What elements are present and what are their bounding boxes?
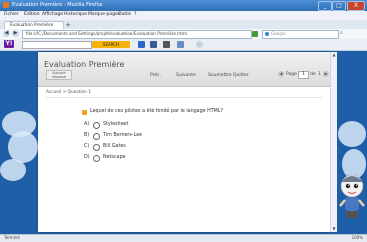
cloud-decoration: [338, 121, 366, 147]
menu-view[interactable]: Affichage: [42, 12, 63, 17]
option-radio[interactable]: [93, 155, 100, 162]
forward-button[interactable]: ▶: [12, 30, 19, 37]
option-letter: B): [84, 133, 90, 138]
menu-bookmarks[interactable]: Marque-pages: [88, 12, 120, 17]
weather-icon[interactable]: [177, 41, 184, 48]
url-bar[interactable]: file:///C:/Documents and Settings/projet…: [22, 30, 252, 39]
tab-label: Évaluation Première: [10, 23, 54, 28]
yahoo-search-input[interactable]: [22, 41, 92, 49]
bookmark-icon[interactable]: [138, 41, 145, 48]
prev-page-icon[interactable]: ◀: [278, 71, 284, 77]
option-label: Netscape: [103, 155, 126, 160]
question-text: Lequel de ces pilotes a été fondé par le…: [90, 109, 224, 114]
option-letter: A): [84, 122, 90, 127]
reload-icon[interactable]: [252, 31, 258, 37]
minimize-button[interactable]: _: [318, 1, 332, 11]
answer-option[interactable]: C) Bill Gates: [84, 144, 284, 151]
pager-label: Page: [286, 72, 297, 77]
option-label: Bill Gates: [103, 144, 126, 149]
answer-option[interactable]: D) Netscape: [84, 155, 284, 162]
submit-link[interactable]: Soumettre: [208, 73, 232, 78]
status-badge: Aucune réponse: [46, 70, 72, 80]
breadcrumb: Accueil > Question 1: [46, 90, 91, 95]
option-radio[interactable]: [93, 133, 100, 140]
next-page-icon[interactable]: ▶: [323, 71, 329, 77]
next-link[interactable]: Suivante: [176, 73, 196, 78]
menu-history[interactable]: Historique: [64, 12, 87, 17]
pager-sep: de: [310, 72, 316, 77]
option-radio[interactable]: [93, 144, 100, 151]
panel-header: Evaluation Première Aucune réponse Préc.…: [38, 52, 330, 87]
yahoo-search-button[interactable]: SEARCH: [92, 41, 130, 48]
answer-option[interactable]: A) Stylesheet: [84, 122, 284, 129]
menu-edit[interactable]: Édition: [24, 12, 40, 17]
mascot-illustration: [339, 174, 365, 218]
cloud-decoration: [0, 159, 26, 181]
divider: [46, 97, 322, 98]
page-title: Evaluation Première: [44, 60, 125, 69]
mail-icon[interactable]: [163, 41, 170, 48]
window-titlebar: Evaluation Première - Mozilla Firefox _ …: [0, 0, 367, 11]
option-letter: C): [84, 144, 90, 149]
zoom-level: 100%: [351, 235, 363, 240]
google-icon: [265, 32, 269, 36]
firefox-icon: [3, 2, 9, 8]
maximize-button[interactable]: □: [332, 1, 346, 11]
new-tab-icon[interactable]: +: [65, 21, 71, 29]
menu-file[interactable]: Fichier: [4, 12, 19, 17]
tab-bar: Évaluation Première +: [0, 20, 367, 30]
window-title: Evaluation Première - Mozilla Firefox: [12, 2, 103, 8]
scroll-down-icon[interactable]: ▼: [331, 226, 337, 232]
content-panel: Evaluation Première Aucune réponse Préc.…: [38, 52, 330, 232]
pager-total: 1: [318, 72, 321, 77]
yahoo-logo[interactable]: Y!: [4, 40, 14, 48]
url-text: file:///C:/Documents and Settings/projet…: [26, 31, 187, 36]
close-button[interactable]: X: [347, 1, 365, 11]
menu-tools[interactable]: Outils: [118, 12, 131, 17]
answer-option[interactable]: B) Tim Berners-Lee: [84, 133, 284, 140]
option-label: Stylesheet: [103, 122, 129, 127]
page-number-input[interactable]: 1: [298, 71, 309, 79]
option-letter: D): [84, 155, 90, 160]
menu-help[interactable]: ?: [134, 12, 136, 17]
settings-icon[interactable]: [196, 41, 203, 48]
scroll-up-icon[interactable]: ▲: [331, 52, 337, 58]
prev-link[interactable]: Préc.: [150, 73, 161, 78]
facebook-icon[interactable]: [150, 41, 157, 48]
option-radio[interactable]: [93, 122, 100, 129]
back-button[interactable]: ◀: [3, 30, 10, 37]
search-input[interactable]: Google: [262, 30, 339, 39]
status-text: Terminé: [4, 235, 20, 240]
quit-link[interactable]: Quitter: [233, 73, 249, 78]
vertical-scrollbar[interactable]: ▲ ▼: [330, 52, 337, 232]
question-icon: [82, 110, 87, 115]
search-go-icon[interactable]: ⌕: [340, 30, 346, 37]
search-placeholder: Google: [271, 31, 286, 36]
option-label: Tim Berners-Lee: [103, 133, 143, 138]
yahoo-toolbar: Y! SEARCH: [0, 39, 367, 51]
